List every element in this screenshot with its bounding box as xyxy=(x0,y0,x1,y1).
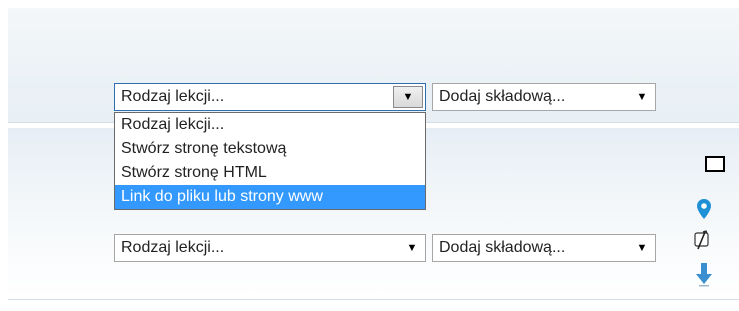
row-divider xyxy=(8,299,739,300)
chevron-down-icon[interactable]: ▼ xyxy=(399,242,425,254)
lesson-type-select-value: Rodzaj lekcji... xyxy=(121,88,225,105)
location-pin-icon[interactable] xyxy=(696,198,712,220)
add-component-select-value: Dodaj składową... xyxy=(439,239,566,256)
dropdown-option-highlighted[interactable]: Link do pliku lub strony www xyxy=(115,185,425,209)
chevron-down-icon[interactable]: ▼ xyxy=(629,242,655,254)
edit-icon[interactable] xyxy=(692,229,712,251)
chevron-down-icon[interactable]: ▼ xyxy=(393,86,423,108)
dropdown-option[interactable]: Stwórz stronę tekstową xyxy=(115,137,425,161)
dropdown-option[interactable]: Stwórz stronę HTML xyxy=(115,161,425,185)
lesson-type-select[interactable]: Rodzaj lekcji... ▼ xyxy=(114,234,426,262)
lesson-type-dropdown-list[interactable]: Rodzaj lekcji... Stwórz stronę tekstową … xyxy=(114,112,426,210)
move-down-icon[interactable] xyxy=(695,262,713,288)
add-component-select-value: Dodaj składową... xyxy=(439,88,566,105)
add-component-select[interactable]: Dodaj składową... ▼ xyxy=(432,234,656,262)
chevron-down-icon[interactable]: ▼ xyxy=(629,91,655,103)
lesson-type-select-value: Rodzaj lekcji... xyxy=(121,239,225,256)
square-outline-icon[interactable] xyxy=(704,155,726,173)
dropdown-option[interactable]: Rodzaj lekcji... xyxy=(115,113,425,137)
lesson-type-select[interactable]: Rodzaj lekcji... ▼ xyxy=(114,83,426,111)
add-component-select[interactable]: Dodaj składową... ▼ xyxy=(432,83,656,111)
